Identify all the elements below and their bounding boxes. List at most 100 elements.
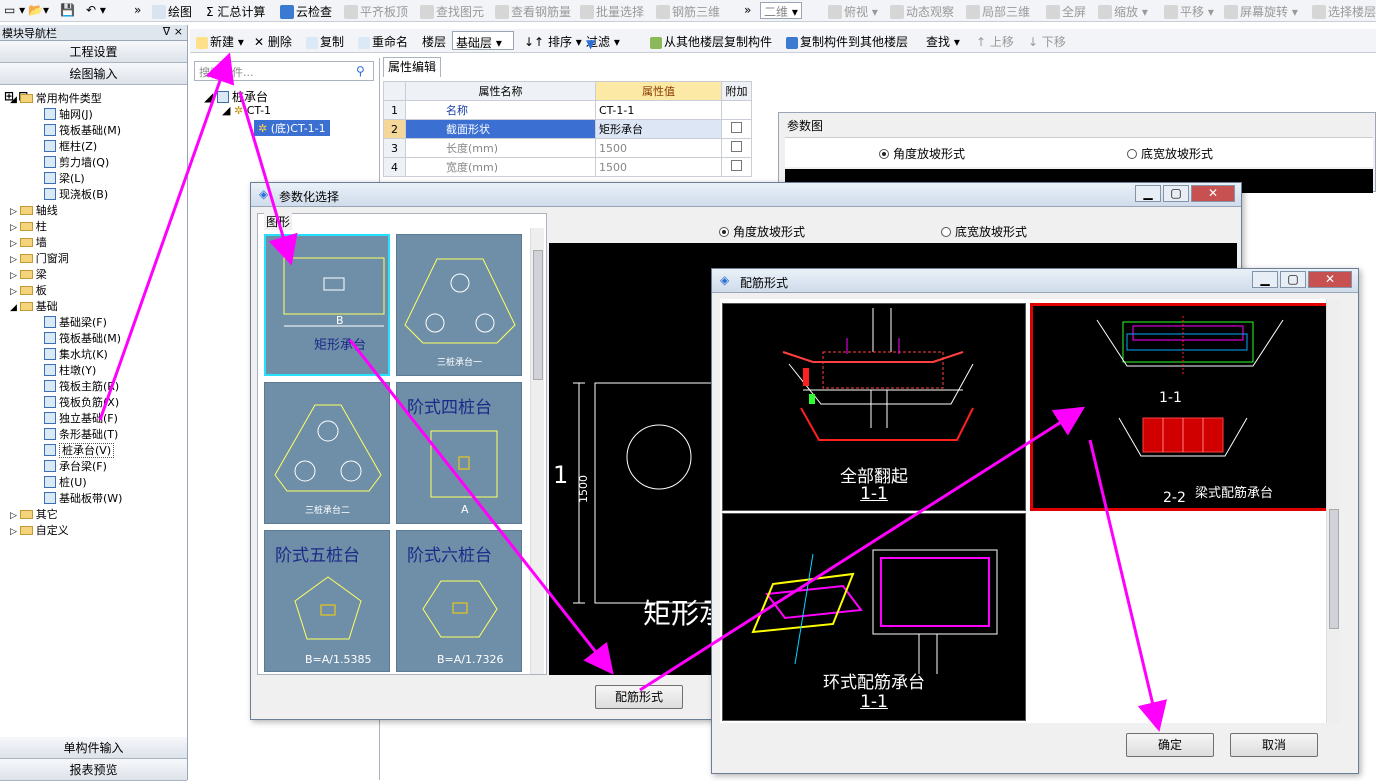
find-button[interactable]: 查找 ▾ <box>926 33 960 50</box>
expand-icon[interactable]: ▷ <box>10 239 20 249</box>
flat-top-button[interactable]: 平齐板顶 <box>344 3 408 20</box>
report-preview-button[interactable]: 报表预览 <box>0 759 187 781</box>
tree-item[interactable]: 剪力墙(Q) <box>0 155 186 171</box>
table-row[interactable]: 1 名称 CT-1-1 <box>383 100 752 120</box>
undo-icon[interactable]: ↶ ▾ <box>86 3 106 17</box>
draw-input-button[interactable]: 绘图输入 <box>0 63 187 85</box>
ok-button[interactable]: 确定 <box>1126 733 1214 757</box>
expand-icon[interactable]: ▷ <box>10 207 20 217</box>
rebar-option-beam[interactable]: 1-1 2-2 梁式配筋承台 <box>1030 303 1334 511</box>
preview-opt-width[interactable]: 底宽放坡形式 <box>941 223 1027 240</box>
tree-folder[interactable]: ▷ 自定义 <box>0 523 186 539</box>
tree-root[interactable]: ◢ 桩承台 <box>204 88 268 105</box>
param-fig-opt-angle[interactable]: 角度放坡形式 <box>879 145 965 162</box>
tree-folder[interactable]: ▷ 柱 <box>0 219 186 235</box>
copy-from-floor-button[interactable]: 从其他楼层复制构件 <box>650 33 772 50</box>
tree-item[interactable]: 现浇板(B) <box>0 187 186 203</box>
tree-item[interactable]: 承台梁(F) <box>0 459 186 475</box>
pan-button[interactable]: 平移 ▾ <box>1164 3 1214 20</box>
shape-thumbnail[interactable]: 阶式六桩台 B=A/1.7326 <box>396 530 522 672</box>
tree-item[interactable]: 筏板基础(M) <box>0 331 186 347</box>
filter-button[interactable]: ▼ 过滤 ▾ <box>586 33 620 51</box>
fullscreen-button[interactable]: 全屏 <box>1046 3 1086 20</box>
tree-folder[interactable]: ▷ 板 <box>0 283 186 299</box>
rebar-option-all[interactable]: 全部翻起 1-1 <box>722 303 1026 511</box>
prop-value[interactable]: 矩形承台 <box>595 119 722 139</box>
copy-to-floor-button[interactable]: 复制构件到其他楼层 <box>786 33 908 50</box>
rebar-option-ring[interactable]: 环式配筋承台 1-1 <box>722 513 1026 721</box>
rename-button[interactable]: 重命名 <box>358 33 408 50</box>
tree-item[interactable]: 梁(L) <box>0 171 186 187</box>
maximize-icon[interactable]: ▢ <box>1163 185 1189 202</box>
rotate-button[interactable]: 屏幕旋转 ▾ <box>1224 3 1298 20</box>
select-floor-button[interactable]: 选择楼层 <box>1312 3 1376 20</box>
tree-folder[interactable]: ▷ 梁 <box>0 267 186 283</box>
rebar-form-button[interactable]: 配筋形式 <box>595 685 683 709</box>
tree-folder[interactable]: ▷ 门窗洞 <box>0 251 186 267</box>
cancel-button[interactable]: 取消 <box>1230 733 1318 757</box>
copy-button[interactable]: 复制 <box>306 33 344 50</box>
tree-item[interactable]: 柱墩(Y) <box>0 363 186 379</box>
project-settings-button[interactable]: 工程设置 <box>0 41 187 63</box>
prop-checkbox[interactable] <box>721 119 752 139</box>
shape-thumbnail[interactable]: 三桩承台二 <box>264 382 390 524</box>
save-icon[interactable]: 💾 <box>60 3 75 17</box>
expand-icon[interactable]: ▷ <box>10 271 20 281</box>
tree-item[interactable]: 基础板带(W) <box>0 491 186 507</box>
sum-button[interactable]: Σ 汇总计算 <box>206 3 265 20</box>
tree-item[interactable]: 桩承台(V) <box>0 443 186 459</box>
find-element-button[interactable]: 查找图元 <box>420 3 484 20</box>
orbit-button[interactable]: 动态观察 <box>890 3 954 20</box>
view-dim-select[interactable]: 二维 ▾ <box>760 2 802 19</box>
tree-item[interactable]: 筏板主筋(R) <box>0 379 186 395</box>
tree-item[interactable]: 桩(U) <box>0 475 186 491</box>
move-down-button[interactable]: ↓ 下移 <box>1028 33 1066 50</box>
tree-folder[interactable]: ▷ 轴线 <box>0 203 186 219</box>
tree-item[interactable]: 筏板负筋(X) <box>0 395 186 411</box>
prop-checkbox[interactable] <box>721 157 752 177</box>
top-view-button[interactable]: 俯视 ▾ <box>828 3 878 20</box>
draw-button[interactable]: 绘图 <box>152 3 192 20</box>
expand-icon[interactable]: ▷ <box>10 511 20 521</box>
tree-folder[interactable]: ◢ 基础 <box>0 299 186 315</box>
new-button[interactable]: 新建 ▾ <box>196 33 244 50</box>
zoom-button[interactable]: 缩放 ▾ <box>1098 3 1148 20</box>
search-input[interactable]: 搜索构件... <box>194 61 374 81</box>
shape-thumbnail[interactable]: 三桩承台一 <box>396 234 522 376</box>
table-row[interactable]: 3 长度(mm) 1500 <box>383 138 752 158</box>
minimize-icon[interactable]: ▁ <box>1252 271 1278 288</box>
param-fig-opt-width[interactable]: 底宽放坡形式 <box>1127 145 1213 162</box>
tree-node-ct1-1[interactable]: ✲ (底)CT-1-1 <box>254 120 330 136</box>
expand-icon[interactable]: ▷ <box>10 287 20 297</box>
tree-item[interactable]: 框柱(Z) <box>0 139 186 155</box>
expand-icon[interactable]: ▷ <box>10 223 20 233</box>
tree-item[interactable]: 筏板基础(M) <box>0 123 186 139</box>
prop-checkbox[interactable] <box>721 138 752 158</box>
expand-icon[interactable]: ▷ <box>10 255 20 265</box>
delete-button[interactable]: ✕ 删除 <box>254 33 292 50</box>
shape-thumbnail[interactable]: 阶式五桩台 B=A/1.5385 <box>264 530 390 672</box>
tree-folder[interactable]: ◢ 常用构件类型 <box>0 91 186 107</box>
move-up-button[interactable]: ↑ 上移 <box>976 33 1014 50</box>
nav-pin-close-icon[interactable]: ᐁ × <box>163 25 183 38</box>
sort-button[interactable]: ↓↑ 排序 ▾ <box>524 33 582 50</box>
rebar-3d-button[interactable]: 钢筋三维 <box>656 3 720 20</box>
collapse-icon[interactable]: ◢ <box>10 95 20 105</box>
minimize-icon[interactable]: ▁ <box>1135 185 1161 202</box>
file-icon[interactable]: ▭ ▾ <box>4 3 25 17</box>
rebar-scrollbar[interactable] <box>1326 299 1340 723</box>
collapse-icon[interactable]: ◢ <box>10 303 20 313</box>
tree-item[interactable]: 集水坑(K) <box>0 347 186 363</box>
preview-opt-angle[interactable]: 角度放坡形式 <box>719 223 805 240</box>
table-row[interactable]: 2 截面形状 矩形承台 <box>383 119 752 139</box>
tree-node-ct1[interactable]: ◢ ✲ CT-1 <box>222 104 271 117</box>
shape-thumbnail[interactable]: 矩形承台 B <box>264 234 390 376</box>
prop-value[interactable]: CT-1-1 <box>595 100 722 120</box>
tree-folder[interactable]: ▷ 墙 <box>0 235 186 251</box>
prop-value[interactable]: 1500 <box>595 138 722 158</box>
cloud-check-button[interactable]: 云检查 <box>280 3 332 20</box>
batch-select-button[interactable]: 批量选择 <box>580 3 644 20</box>
maximize-icon[interactable]: ▢ <box>1280 271 1306 288</box>
shape-thumbnail[interactable]: 阶式四桩台 A <box>396 382 522 524</box>
tree-item[interactable]: 基础梁(F) <box>0 315 186 331</box>
